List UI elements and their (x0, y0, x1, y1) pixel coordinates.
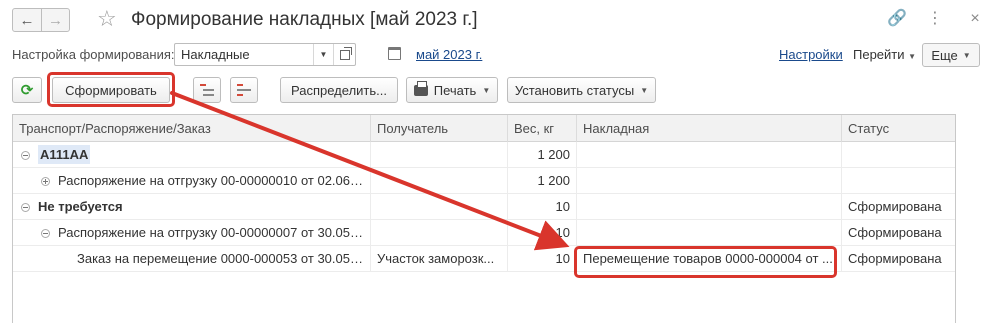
row-name-cell: А111АА (13, 142, 371, 168)
column-header-name[interactable]: Транспорт/Распоряжение/Заказ (13, 115, 371, 142)
settings-row: Настройка формирования: Накладные ▼ май … (0, 43, 997, 67)
table-row[interactable]: А111АА 1 200 (13, 142, 955, 168)
row-weight-cell: 10 (508, 220, 577, 246)
link-icon[interactable]: 🔗 (887, 9, 907, 29)
collapse-icon[interactable] (21, 151, 30, 160)
window: ← → ☆ Формирование накладных [май 2023 г… (0, 0, 997, 323)
period-link[interactable]: май 2023 г. (416, 47, 482, 62)
row-recipient-cell (371, 168, 508, 194)
list-collapse-icon (237, 84, 251, 96)
table-row[interactable]: Распоряжение на отгрузку 00-00000007 от … (13, 220, 955, 246)
column-header-invoice[interactable]: Накладная (577, 115, 842, 142)
print-button[interactable]: Печать ▼ (406, 77, 498, 103)
set-status-button-label: Установить статусы (514, 82, 635, 98)
row-recipient-cell (371, 142, 508, 168)
calendar-icon[interactable] (388, 47, 401, 60)
settings-select[interactable]: Накладные ▼ (174, 43, 356, 66)
more-button[interactable]: Еще ▼ (922, 43, 980, 67)
dropdown-arrow-icon[interactable]: ▼ (313, 44, 333, 65)
row-recipient-cell (371, 220, 508, 246)
row-invoice-cell (577, 168, 842, 194)
settings-label: Настройка формирования: (12, 47, 175, 62)
row-status-cell: Сформирована (848, 199, 942, 214)
row-status-cell (842, 168, 955, 194)
form-button[interactable]: Сформировать (52, 77, 170, 103)
forward-button[interactable]: → (41, 9, 69, 31)
star-icon[interactable]: ☆ (97, 6, 117, 32)
refresh-icon: ⟳ (20, 82, 34, 99)
navigation-buttons: ← → (12, 8, 70, 32)
caret-down-icon: ▼ (640, 85, 649, 95)
title-bar: ← → ☆ Формирование накладных [май 2023 г… (0, 0, 997, 40)
row-name-cell: Заказ на перемещение 0000-000053 от 30.0… (13, 246, 371, 272)
row-recipient-cell (371, 194, 508, 220)
row-invoice-cell[interactable]: Перемещение товаров 0000-000004 от ... (577, 246, 842, 272)
row-name-text: Не требуется (38, 199, 123, 214)
row-weight-cell: 1 200 (508, 142, 577, 168)
set-status-button[interactable]: Установить статусы ▼ (507, 77, 656, 103)
row-name-cell: Распоряжение на отгрузку 00-00000007 от … (13, 220, 371, 246)
table-header: Транспорт/Распоряжение/Заказ Получатель … (13, 115, 955, 142)
caret-down-icon: ▼ (908, 52, 917, 61)
row-recipient-cell: Участок заморозк... (371, 246, 508, 272)
row-invoice-cell (577, 220, 842, 246)
caret-down-icon: ▼ (482, 85, 491, 95)
more-button-label: Еще (931, 47, 958, 63)
table-row[interactable]: Заказ на перемещение 0000-000053 от 30.0… (13, 246, 955, 272)
row-invoice-cell (577, 194, 842, 220)
arrow-left-icon: ← (19, 11, 35, 29)
row-invoice-cell (577, 142, 842, 168)
open-window-icon (339, 46, 352, 60)
more-vertical-icon[interactable]: ⋮ (927, 9, 943, 29)
close-icon[interactable]: × (967, 9, 983, 29)
row-weight-cell: 10 (508, 246, 577, 272)
collapse-icon[interactable] (21, 203, 30, 212)
invoices-table: Транспорт/Распоряжение/Заказ Получатель … (12, 114, 956, 323)
distribute-button[interactable]: Распределить... (280, 77, 398, 103)
open-button[interactable] (333, 44, 355, 65)
row-weight-cell: 10 (508, 194, 577, 220)
toolbar: ⟳ Сформировать Распределить... Печать ▼ … (0, 77, 997, 103)
collapse-icon[interactable] (41, 229, 50, 238)
settings-select-value[interactable]: Накладные (175, 44, 313, 65)
row-name-cell: Не требуется (13, 194, 371, 220)
column-header-recipient[interactable]: Получатель (371, 115, 508, 142)
column-header-weight[interactable]: Вес, кг (508, 115, 577, 142)
column-header-status[interactable]: Статус (842, 115, 955, 142)
row-name-text: Распоряжение на отгрузку 00-00000007 от … (58, 225, 365, 240)
caret-down-icon: ▼ (962, 50, 971, 60)
window-controls: 🔗 ⋮ × (887, 9, 983, 29)
table-row[interactable]: Распоряжение на отгрузку 00-00000010 от … (13, 168, 955, 194)
refresh-button[interactable]: ⟳ (12, 77, 42, 103)
row-status-cell (842, 142, 955, 168)
row-weight-cell: 1 200 (508, 168, 577, 194)
print-button-label: Печать (433, 82, 477, 98)
goto-menu-label: Перейти (853, 47, 905, 62)
expand-tree-button[interactable] (193, 77, 221, 103)
back-button[interactable]: ← (13, 9, 41, 31)
row-name-cell: Распоряжение на отгрузку 00-00000010 от … (13, 168, 371, 194)
row-name-text: Распоряжение на отгрузку 00-00000010 от … (58, 173, 365, 188)
arrow-right-icon: → (48, 11, 63, 29)
table-row[interactable]: Не требуется 10 Сформирована (13, 194, 955, 220)
list-expand-icon (200, 84, 214, 96)
settings-link[interactable]: Настройки (779, 47, 843, 62)
expand-icon[interactable] (41, 177, 50, 186)
row-name-text: А111АА (38, 145, 91, 164)
row-status-cell: Сформирована (848, 251, 942, 266)
page-title: Формирование накладных [май 2023 г.] (131, 9, 478, 30)
goto-menu[interactable]: Перейти ▼ (853, 47, 916, 62)
printer-icon (413, 80, 428, 96)
collapse-tree-button[interactable] (230, 77, 258, 103)
row-status-cell: Сформирована (848, 225, 942, 240)
